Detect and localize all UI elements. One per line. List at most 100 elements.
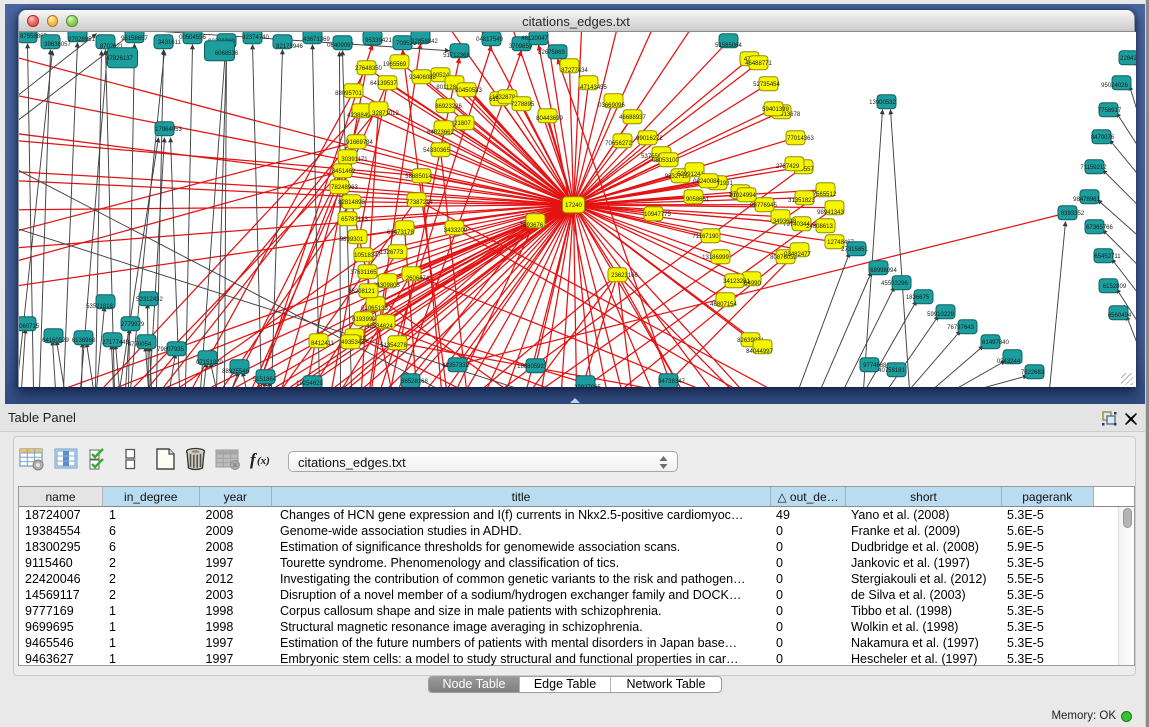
svg-text:61497840: 61497840	[982, 339, 1009, 345]
svg-text:17240: 17240	[565, 202, 582, 208]
svg-text:65787133: 65787133	[341, 216, 368, 222]
svg-text:95339421: 95339421	[365, 37, 392, 43]
svg-text:54330365: 54330365	[423, 147, 450, 153]
svg-text:27315851: 27315851	[841, 246, 868, 252]
svg-text:(x): (x)	[257, 455, 270, 467]
svg-text:23623166: 23623166	[611, 272, 638, 278]
svg-text:82175946: 82175946	[276, 43, 303, 49]
svg-text:03482477: 03482477	[784, 251, 811, 257]
svg-text:1326773: 1326773	[379, 249, 403, 255]
svg-text:59401399: 59401399	[762, 106, 789, 112]
svg-text:20450533: 20450533	[455, 87, 482, 93]
svg-text:99016272: 99016272	[636, 135, 663, 141]
svg-text:32858842: 32858842	[411, 38, 438, 44]
svg-text:43534624: 43534624	[366, 323, 393, 329]
svg-text:00504556: 00504556	[179, 34, 206, 40]
svg-text:47143455: 47143455	[580, 84, 607, 90]
svg-text:52312432: 52312432	[136, 296, 163, 302]
svg-text:24808613: 24808613	[806, 223, 833, 229]
svg-text:86923226: 86923226	[435, 103, 462, 109]
svg-text:7278895: 7278895	[510, 101, 534, 107]
svg-text:94738347: 94738347	[658, 378, 685, 384]
svg-text:82675869: 82675869	[538, 49, 565, 55]
svg-text:47826137: 47826137	[106, 55, 133, 61]
svg-text:61939909: 61939909	[352, 316, 379, 322]
svg-text:79807935: 79807935	[157, 346, 184, 352]
svg-text:2779979: 2779979	[120, 321, 144, 327]
svg-text:46120047: 46120047	[521, 35, 548, 41]
svg-text:68998094: 68998094	[870, 267, 897, 273]
svg-text:88925546: 88925546	[222, 368, 249, 374]
svg-text:3433200: 3433200	[443, 227, 467, 233]
svg-text:82814893: 82814893	[338, 199, 365, 205]
svg-text:1836675: 1836675	[905, 294, 929, 300]
svg-text:22842102: 22842102	[1120, 55, 1136, 61]
svg-text:01065133: 01065133	[361, 305, 388, 311]
svg-text:91669784: 91669784	[346, 139, 373, 145]
svg-text:46488771: 46488771	[745, 60, 772, 66]
svg-text:08053100: 08053100	[652, 157, 679, 163]
svg-text:08240084: 08240084	[693, 178, 720, 184]
svg-text:51354278: 51354278	[380, 342, 407, 348]
svg-text:45502296: 45502296	[881, 280, 908, 286]
svg-text:6060715: 6060715	[19, 323, 40, 329]
svg-text:32871012: 32871012	[372, 110, 399, 116]
svg-text:80443699: 80443699	[536, 115, 563, 121]
svg-text:21024994: 21024994	[729, 192, 756, 198]
svg-text:95024026: 95024026	[1101, 82, 1128, 88]
svg-text:6560494: 6560494	[1107, 312, 1131, 318]
svg-text:7565512: 7565512	[812, 191, 836, 197]
svg-text:71159212: 71159212	[1080, 164, 1107, 170]
svg-text:49353487: 49353487	[341, 339, 368, 345]
svg-text:67365766: 67365766	[1086, 224, 1113, 230]
svg-text:52735454: 52735454	[753, 81, 780, 87]
svg-text:27028951: 27028951	[68, 36, 95, 42]
svg-text:19254629: 19254629	[296, 380, 323, 386]
svg-text:65452711: 65452711	[1094, 253, 1121, 259]
svg-text:2606474: 2606474	[405, 275, 429, 281]
svg-text:62473178: 62473178	[387, 229, 414, 235]
svg-text:13900532: 13900532	[869, 99, 896, 105]
svg-text:10947775: 10947775	[644, 211, 671, 217]
svg-text:6136968: 6136968	[71, 337, 95, 343]
svg-text:27648350: 27648350	[355, 65, 382, 71]
svg-text:64139537: 64139537	[370, 80, 397, 86]
svg-text:3431611: 3431611	[158, 39, 182, 45]
svg-text:13186999: 13186999	[702, 254, 729, 260]
svg-text:84044997: 84044997	[746, 348, 773, 354]
svg-text:22927065: 22927065	[574, 384, 601, 387]
svg-text:9839301: 9839301	[339, 236, 363, 242]
svg-text:86528168: 86528168	[401, 378, 428, 384]
svg-text:88208121: 88208121	[348, 288, 375, 294]
svg-text:31351823: 31351823	[788, 197, 815, 203]
svg-text:7758917: 7758917	[1097, 107, 1121, 113]
svg-text:2787429: 2787429	[775, 163, 799, 169]
svg-text:98776945: 98776945	[750, 202, 777, 208]
svg-text:96158657: 96158657	[121, 35, 148, 41]
svg-text:71167190: 71167190	[692, 233, 719, 239]
svg-text:3709859: 3709859	[508, 43, 532, 49]
svg-text:46688937: 46688937	[619, 114, 646, 120]
svg-text:51712368: 51712368	[443, 52, 470, 58]
svg-text:76797643: 76797643	[947, 324, 974, 330]
svg-text:51585064: 51585064	[715, 42, 742, 48]
svg-text:8393352: 8393352	[1060, 210, 1084, 216]
svg-text:03669096: 03669096	[598, 102, 625, 108]
svg-text:8451462: 8451462	[331, 168, 355, 174]
svg-text:93406088: 93406088	[409, 74, 436, 80]
svg-text:06409097: 06409097	[327, 42, 354, 48]
svg-text:18880592: 18880592	[517, 363, 544, 369]
svg-text:58685014: 58685014	[405, 173, 432, 179]
svg-text:42357332: 42357332	[442, 362, 469, 368]
svg-text:5151864: 5151864	[252, 376, 276, 382]
svg-text:9058651: 9058651	[685, 196, 709, 202]
svg-text:3493618: 3493618	[772, 218, 796, 224]
svg-text:1965569: 1965569	[382, 61, 406, 67]
svg-text:6152809: 6152809	[1102, 283, 1126, 289]
svg-text:6068536: 6068536	[214, 50, 238, 56]
svg-text:98478961: 98478961	[1073, 196, 1100, 202]
svg-text:77014363: 77014363	[787, 135, 814, 141]
svg-text:53521818: 53521818	[86, 303, 113, 309]
svg-text:64160529: 64160529	[42, 337, 69, 343]
svg-text:77387214: 77387214	[406, 199, 433, 205]
